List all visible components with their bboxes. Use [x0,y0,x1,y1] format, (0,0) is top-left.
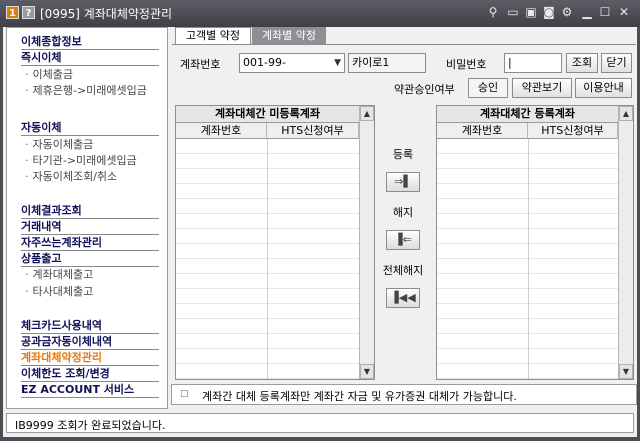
sidebar-item-auto-transfer-query[interactable]: 자동이체조회/취소 [21,169,159,185]
link-icon[interactable]: ⚲ [486,5,500,19]
minimize-icon[interactable]: ▁ [580,5,594,19]
sidebar-item-ez-account[interactable]: EZ ACCOUNT 서비스 [21,382,159,398]
sidebar-item-account-transfer-release[interactable]: 계좌대체출고 [21,267,159,283]
close-button[interactable]: 닫기 [601,53,632,73]
sidebar-item-transfer-limit[interactable]: 이체한도 조회/변경 [21,366,159,382]
sidebar-menu: 이체종합정보 즉시이체 이체출금 제휴은행->미래에셋입금 자동이체 자동이체출… [6,27,168,409]
column-header-hts-request[interactable]: HTS신청여부 [528,123,618,139]
password-input[interactable]: | [504,53,562,73]
sidebar-item-favorite-accounts[interactable]: 자주쓰는계좌관리 [21,235,159,251]
camera-icon[interactable]: ◙ [542,5,556,19]
sidebar-item-instant-transfer[interactable]: 즉시이체 [21,50,159,66]
query-button[interactable]: 조회 [566,53,598,73]
sidebar-item-other-company-release[interactable]: 타사대체출고 [21,284,159,300]
sidebar-item-transactions[interactable]: 거래내역 [21,219,159,235]
cancel-label: 해지 [392,206,414,219]
window-title: [0995] 계좌대체약정관리 [40,7,173,21]
sidebar-item-transfer-info[interactable]: 이체종합정보 [21,34,159,50]
sidebar-item-partner-bank-deposit[interactable]: 제휴은행->미래에셋입금 [21,83,159,99]
sidebar-item-transfer-withdraw[interactable]: 이체출금 [21,67,159,83]
close-icon[interactable]: ✕ [617,5,631,19]
grid-divider [528,139,529,379]
consent-status-value: 승인 [468,78,508,98]
usage-guide-button[interactable]: 이용안내 [575,78,632,98]
registered-grid-scrollbar[interactable]: ▲ ▼ [618,106,633,379]
grid-divider [267,139,268,379]
unregistered-grid-scrollbar[interactable]: ▲ ▼ [359,106,374,379]
gear-icon[interactable]: ⚙ [560,5,574,19]
client-area: 이체종합정보 즉시이체 이체출금 제휴은행->미래에셋입금 자동이체 자동이체출… [3,27,637,437]
bullet-icon: □ [180,389,189,399]
sidebar-item-product-release[interactable]: 상품출고 [21,251,159,267]
sidebar-item-check-card-usage[interactable]: 체크카드사용내역 [21,318,159,334]
unregistered-accounts-grid[interactable]: 계좌대체간 미등록계좌 계좌번호 HTS신청여부 ▲ ▼ [175,105,375,380]
consent-status-label: 약관승인여부 [394,83,455,96]
unregistered-grid-title: 계좌대체간 미등록계좌 [176,106,359,123]
account-number-value: 001-99- [243,56,286,69]
scroll-down-icon[interactable]: ▼ [360,364,374,379]
notice-text: 계좌간 대체 등록계좌만 계좌간 자금 및 유가증권 대체가 가능합니다. [202,390,517,403]
copy-icon[interactable]: ▣ [524,5,538,19]
notice-bar: □ 계좌간 대체 등록계좌만 계좌간 자금 및 유가증권 대체가 가능합니다. [171,384,637,405]
tab-customer-agreement[interactable]: 고객별 약정 [175,27,251,44]
register-label: 등록 [392,148,414,161]
window: 1 ? [0995] 계좌대체약정관리 ⚲ ▭ ▣ ◙ ⚙ ▁ ☐ ✕ 이체종합… [0,0,640,441]
scroll-up-icon[interactable]: ▲ [360,106,374,121]
screen-number-badge[interactable]: 1 [6,6,19,19]
main-panel: 고객별 약정 계좌별 약정 계좌번호 001-99- ▼ 카이로1 비밀번호 |… [171,27,637,411]
sidebar-item-utility-auto-transfer[interactable]: 공과금자동이체내역 [21,334,159,350]
sidebar-item-auto-transfer[interactable]: 자동이체 [21,120,159,136]
registered-accounts-grid[interactable]: 계좌대체간 등록계좌 계좌번호 HTS신청여부 ▲ ▼ [436,105,634,380]
registered-grid-title: 계좌대체간 등록계좌 [437,106,618,123]
view-terms-button[interactable]: 약관보기 [512,78,572,98]
account-agreement-form: 계좌번호 001-99- ▼ 카이로1 비밀번호 | 조회 닫기 약관승인여부 … [172,44,636,411]
sidebar-item-account-transfer-agreement[interactable]: 계좌대체약정관리 [21,350,159,366]
sidebar-item-other-institution-deposit[interactable]: 타기관->미래에셋입금 [21,153,159,169]
account-name-display: 카이로1 [348,53,426,73]
column-header-account-number[interactable]: 계좌번호 [437,123,528,139]
status-message: IB9999 조회가 완료되었습니다. [15,419,166,432]
sidebar-item-auto-withdraw[interactable]: 자동이체출금 [21,137,159,153]
register-button[interactable]: ⇒▌ [386,172,420,192]
screen-icon[interactable]: ▭ [506,5,520,19]
column-header-account-number[interactable]: 계좌번호 [176,123,267,139]
title-bar: 1 ? [0995] 계좌대체약정관리 ⚲ ▭ ▣ ◙ ⚙ ▁ ☐ ✕ [0,0,640,27]
account-number-select[interactable]: 001-99- ▼ [239,53,345,73]
maximize-icon[interactable]: ☐ [598,5,612,19]
scroll-up-icon[interactable]: ▲ [619,106,633,121]
scroll-down-icon[interactable]: ▼ [619,364,633,379]
account-number-label: 계좌번호 [180,58,221,71]
cancel-button[interactable]: ▐⇐ [386,230,420,250]
chevron-down-icon[interactable]: ▼ [334,54,341,72]
cancel-all-button[interactable]: ▐◀◀ [386,288,420,308]
help-badge[interactable]: ? [22,6,35,19]
column-header-hts-request[interactable]: HTS신청여부 [267,123,359,139]
cancel-all-label: 전체해지 [382,264,424,277]
password-label: 비밀번호 [446,58,487,71]
status-bar: IB9999 조회가 완료되었습니다. [6,413,634,433]
tab-account-agreement[interactable]: 계좌별 약정 [252,27,326,44]
sidebar-item-transfer-result[interactable]: 이체결과조회 [21,203,159,219]
